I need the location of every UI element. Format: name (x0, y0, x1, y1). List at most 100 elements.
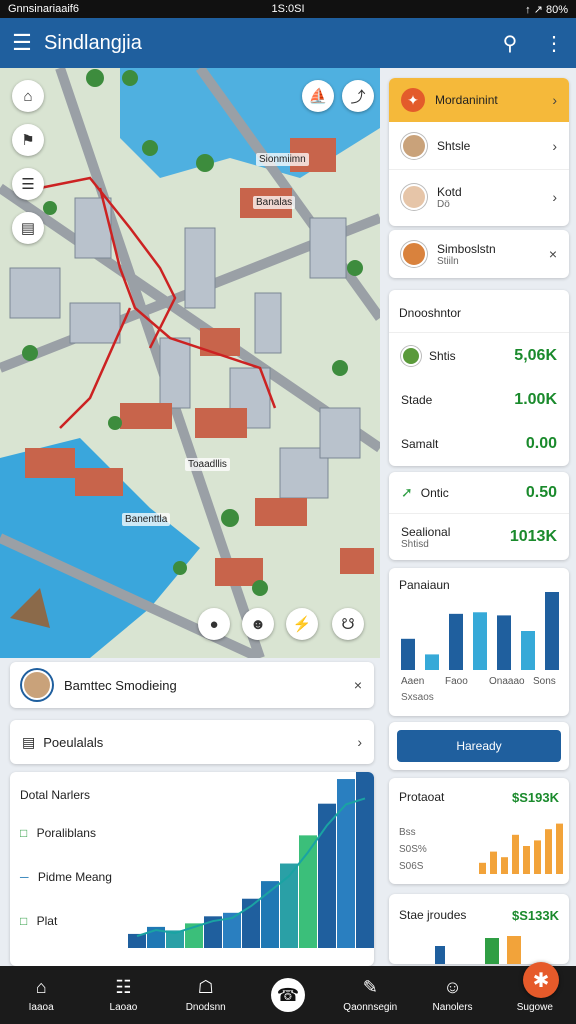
chart-bar (449, 613, 463, 670)
close-icon[interactable]: × (354, 677, 362, 693)
growth-bar-chart (128, 772, 374, 948)
mini-value: 0.50 (525, 483, 557, 501)
building-icon[interactable]: ⌂ (12, 80, 44, 112)
nav-label: Nanolers (432, 1002, 473, 1013)
chevron-right-icon: › (552, 189, 557, 205)
promo-bar-chart (479, 823, 563, 874)
nav-label: Dnodsnn (185, 1002, 226, 1013)
avatar (401, 132, 427, 159)
chart-bar (473, 612, 487, 670)
chart-bar (545, 829, 552, 874)
stat-value: 5,06K (514, 346, 557, 364)
gift-icon: ☖ (197, 977, 214, 997)
chart-bar (479, 862, 486, 874)
nav-label: Qaonnsegin (343, 1002, 398, 1013)
road-icon[interactable]: ⛵ (302, 80, 334, 112)
nav-item[interactable]: ☖ Dnodsnn (171, 977, 241, 1013)
avatar (401, 345, 421, 366)
map-graphic (0, 68, 380, 658)
xaxis-tick-label: Onaaao (489, 676, 525, 687)
chevron-right-icon: › (552, 92, 557, 108)
contact-row[interactable]: Shtsle › (389, 122, 569, 170)
shield-icon[interactable]: ☋ (332, 608, 364, 640)
chart-bar (497, 615, 511, 670)
profile-card[interactable]: Bamttec Smodieing × (10, 662, 374, 708)
stat-row[interactable]: Shtis 5,06K (389, 332, 569, 378)
chart-bar (534, 840, 541, 874)
chart-icon[interactable]: ⤴ (342, 80, 374, 112)
bar-chart-xaxis: Aaen Faoo Onaaao Sons (389, 676, 569, 690)
layers-icon[interactable]: ☰ (12, 168, 44, 200)
nav-item[interactable]: ☺ Nanolers (418, 977, 488, 1013)
legend-label: Plat (36, 914, 58, 928)
doc-icon[interactable]: ▤ (12, 212, 44, 244)
chart-bar (425, 654, 439, 670)
stat-row[interactable]: Stade 1.00K (389, 378, 569, 422)
xaxis-tick-label: Sons (533, 676, 556, 687)
bolt-icon[interactable]: ⚡ (286, 608, 318, 640)
nav-item[interactable]: ☷ Laoao (88, 977, 158, 1013)
stat-value: 1.00K (514, 391, 557, 408)
contact-name: Simboslstn (437, 241, 496, 256)
contact-sub: Stiiln (437, 255, 459, 267)
stats-title: Dnooshntor (399, 306, 462, 320)
promo-line: Bss (399, 827, 416, 838)
summary-title: Stae jroudes (399, 908, 467, 922)
summary-bar (507, 936, 521, 964)
calendar-icon: ☷ (115, 977, 132, 997)
pin-icon[interactable]: ● (198, 608, 230, 640)
bar-chart-title: Panaiaun (399, 578, 450, 592)
contact-name: Shtsle (437, 138, 471, 153)
map-label[interactable]: Banalas (253, 196, 296, 209)
legend-label: Poraliblans (36, 826, 96, 840)
legend-item[interactable]: □ Plat (20, 914, 57, 928)
map-label[interactable]: Sionmiimn (256, 153, 309, 166)
city-map[interactable]: Sionmiimn Banalas Toaadllis Banenttla ⌂ … (0, 68, 380, 658)
summary-card: Stae jroudes $S133K (389, 894, 569, 964)
summary-bar (485, 938, 499, 964)
legend-marker: ─ (20, 870, 29, 884)
status-time: 1S:0SI (271, 3, 305, 15)
bar-chart-card: Panaiaun Aaen Faoo Onaaao Sons Sxsaos (389, 568, 569, 716)
menu-icon[interactable]: ☰ (0, 30, 44, 56)
legend-item[interactable]: ─ Pidme Meang (20, 870, 112, 884)
promo-lines: Bss S0S% S06S (399, 824, 427, 875)
search-icon[interactable]: ⚲ (488, 31, 532, 56)
folder-icon: ▤ (22, 733, 36, 750)
contact-name: Kotd (437, 184, 462, 199)
stat-row[interactable]: Samalt 0.00 (389, 422, 569, 466)
legend-item[interactable]: □ Poraliblans (20, 826, 96, 840)
contact-card[interactable]: Simboslstn Stiiln × (389, 230, 569, 278)
xaxis-tick-label: Aaen (401, 676, 425, 687)
phone-icon: ☎ (270, 978, 305, 1012)
close-icon[interactable]: × (549, 246, 557, 262)
mini-row[interactable]: Sealional Shtisd 1013K (389, 514, 569, 560)
nav-label: Iaaoa (28, 1002, 54, 1013)
avatar (401, 184, 427, 210)
user-icon[interactable]: ☻ (242, 608, 274, 640)
ready-button[interactable]: Haready (397, 730, 561, 762)
summary-value: $S133K (512, 908, 559, 923)
chart-card: Dotal Narlers □ Poraliblans ─ Pidme Mean… (10, 772, 374, 966)
mini-sub: Shtisd (401, 538, 429, 550)
legend-label: Pidme Meang (37, 870, 112, 884)
map-label[interactable]: Banenttla (122, 513, 171, 526)
star-icon[interactable]: ✱ (523, 962, 559, 998)
map-label[interactable]: Toaadllis (185, 458, 230, 471)
notification-row[interactable]: ✦ Mordaninint › (389, 78, 569, 122)
chart-bar (523, 846, 530, 874)
mini-row[interactable]: ➚ Ontic 0.50 (389, 472, 569, 514)
stat-label: Stade (401, 393, 433, 407)
nav-item[interactable]: ☎ (253, 978, 323, 1012)
section-card[interactable]: ▤ Poeulalals › (10, 720, 374, 764)
contact-row[interactable]: Kotd Dö › (389, 170, 569, 224)
more-vert-icon[interactable]: ⋮ (532, 31, 576, 56)
nav-item[interactable]: ✎ Qaonnsegin (335, 977, 405, 1013)
trend-icon: ➚ (401, 484, 413, 500)
home-icon[interactable]: ⚑ (12, 124, 44, 156)
nav-item[interactable]: ⌂ Iaaoa (6, 977, 76, 1013)
status-bar: Gnnsinariaaif6 1S:0SI ↑ ↗ 80% (0, 0, 576, 18)
chart-bar (501, 857, 508, 874)
promo-line: S06S (399, 861, 424, 872)
chart-bar (490, 851, 497, 874)
